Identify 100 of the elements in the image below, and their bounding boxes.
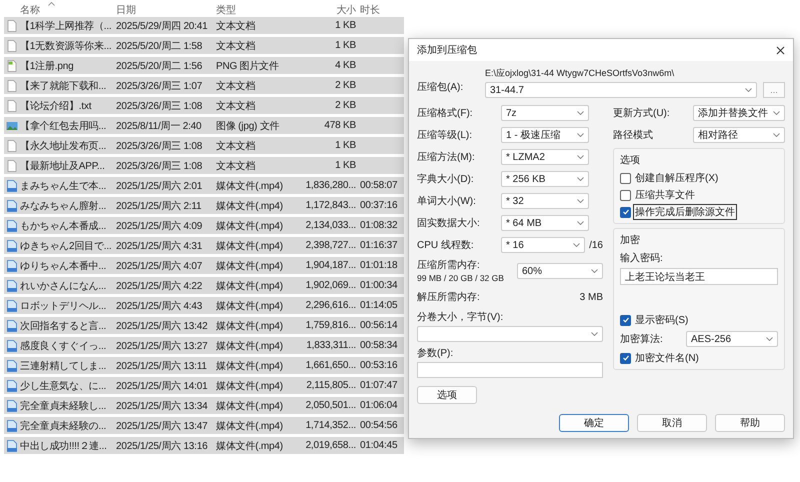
close-icon[interactable] (776, 46, 785, 54)
file-row[interactable]: 感度良くすぐイっ... 2025/1/25/周六 13:27 媒体文件(.mp4) 1,833,311... 00:58:34 (4, 337, 404, 354)
browse-button[interactable]: ... (763, 82, 785, 98)
thread-total: /16 (589, 240, 603, 250)
dropdown[interactable]: * LZMA2 (501, 149, 589, 165)
file-name: れいかさんになん... (20, 280, 108, 292)
file-type: 文本文档 (216, 40, 256, 52)
file-duration: 01:04:45 (360, 440, 398, 451)
file-name: 【1注册.png (20, 60, 74, 72)
file-name: 【最新地址及APP... (20, 160, 106, 172)
file-row[interactable]: 完全童貞未経験の... 2025/1/25/周六 13:47 媒体文件(.mp4) 1,714,352... 00:54:56 (4, 417, 404, 434)
dropdown[interactable]: 相对路径 (693, 127, 785, 143)
file-row[interactable]: ゆきちゃん2回目で... 2025/1/25/周六 4:31 媒体文件(.mp4) 2,398,727... 01:16:37 (4, 237, 404, 254)
file-date: 2025/3/26/周三 1:07 (116, 80, 204, 92)
column-header[interactable]: 时长 (360, 2, 406, 16)
column-header[interactable]: 类型 (216, 2, 292, 16)
file-size: 2,019,658... (304, 440, 357, 451)
file-duration: 00:53:16 (360, 360, 398, 371)
archive-name-combo[interactable]: 31-44.7 (485, 82, 757, 98)
file-size: 2 KB (334, 100, 357, 111)
checkbox[interactable] (620, 172, 631, 184)
file-type: 文本文档 (216, 100, 256, 112)
file-row[interactable]: ロボットデリヘル... 2025/1/25/周六 4:43 媒体文件(.mp4) 2,296,616... 01:14:05 (4, 297, 404, 314)
file-size: 1,714,352... (304, 420, 357, 431)
field-label: 输入密码: (620, 252, 664, 265)
caret-icon (577, 111, 584, 115)
file-size: 1,836,280... (304, 180, 357, 191)
file-name: 【永久地址发布页... (20, 140, 108, 152)
checkbox[interactable] (620, 314, 631, 326)
file-name: 少し生意気な、に... (20, 380, 108, 392)
memory-value: 3 MB (580, 292, 603, 302)
file-row[interactable]: 【拿个红包去用吗... 2025/8/11/周一 2:40 图像 (jpg) 文件 478 KB (4, 117, 404, 134)
file-row[interactable]: まみちゃん生で本... 2025/1/25/周六 2:01 媒体文件(.mp4) 1,836,280... 00:58:07 (4, 177, 404, 194)
dialog-button[interactable]: 取消 (637, 414, 707, 432)
file-name: 【论坛介绍】.txt (20, 100, 92, 112)
file-duration: 00:37:16 (360, 200, 398, 211)
checkbox-label: 操作完成后删除源文件 (634, 205, 736, 219)
file-row[interactable]: れいかさんになん... 2025/1/25/周六 4:22 媒体文件(.mp4) 1,902,069... 01:00:34 (4, 277, 404, 294)
dropdown[interactable]: 60% (517, 263, 603, 279)
file-row[interactable]: 【1注册.png 2025/5/20/周二 1:56 PNG 图片文件 4 KB (4, 57, 404, 74)
file-date: 2025/1/25/周六 13:34 (116, 400, 208, 412)
password-field[interactable]: 上老王论坛当老王 (620, 268, 778, 285)
file-row[interactable]: 【最新地址及APP... 2025/3/26/周三 1:08 文本文档 1 KB (4, 157, 404, 174)
file-row[interactable]: 完全童貞未経験し... 2025/1/25/周六 13:34 媒体文件(.mp4) 2,050,501... 01:06:04 (4, 397, 404, 414)
file-row[interactable]: 少し生意気な、に... 2025/1/25/周六 14:01 媒体文件(.mp4) 2,115,805... 01:07:47 (4, 377, 404, 394)
dropdown[interactable]: * 16 (501, 237, 586, 253)
file-duration: 01:00:34 (360, 280, 398, 291)
file-row[interactable]: 【来了就能下载和... 2025/3/26/周三 1:07 文本文档 2 KB (4, 77, 404, 94)
dropdown[interactable]: * 256 KB (501, 171, 589, 187)
input-field[interactable] (417, 362, 603, 378)
file-row[interactable]: 三連射精してしま... 2025/1/25/周六 13:11 媒体文件(.mp4) 1,661,650... 00:53:16 (4, 357, 404, 374)
group-title: 选项 (620, 154, 641, 167)
file-row[interactable]: 【1科学上网推荐（... 2025/5/29/周四 20:41 文本文档 1 KB (4, 17, 404, 34)
checkbox[interactable] (620, 352, 631, 364)
file-name: もかちゃん本番成... (20, 220, 108, 232)
file-date: 2025/1/25/周六 13:27 (116, 340, 208, 352)
file-row[interactable]: みなみちゃん膣射... 2025/1/25/周六 2:11 媒体文件(.mp4) 1,172,843... 00:37:16 (4, 197, 404, 214)
file-size: 1,759,816... (304, 320, 357, 331)
dialog-button[interactable]: 确定 (559, 414, 629, 432)
field-label: 压缩方法(M): (417, 150, 476, 164)
dialog-button[interactable]: 帮助 (715, 414, 785, 432)
dropdown[interactable]: * 32 (501, 193, 589, 209)
media-file-icon (6, 380, 18, 392)
file-row[interactable]: もかちゃん本番成... 2025/1/25/周六 4:09 媒体文件(.mp4) 2,134,033... 01:08:32 (4, 217, 404, 234)
caret-icon (591, 332, 598, 336)
file-row[interactable]: 【永久地址发布页... 2025/3/26/周三 1:08 文本文档 1 KB (4, 137, 404, 154)
file-type: 媒体文件(.mp4) (216, 240, 284, 252)
file-row[interactable]: 中出し成功!!!!２連... 2025/1/25/周六 13:16 媒体文件(.mp4) 2,019,658... 01:04:45 (4, 437, 404, 454)
checkbox-label: 显示密码(S) (634, 314, 690, 327)
options-button[interactable]: 选项 (417, 386, 477, 404)
dropdown[interactable]: * 64 MB (501, 215, 589, 231)
checkbox[interactable] (620, 206, 631, 218)
file-type: 媒体文件(.mp4) (216, 260, 284, 272)
file-size: 1 KB (334, 160, 357, 171)
column-header[interactable]: 大小 (292, 2, 360, 16)
file-size: 1,172,843... (304, 200, 357, 211)
file-name: ゆきちゃん2回目で... (20, 240, 112, 252)
dropdown[interactable]: 添加并替换文件 (693, 105, 785, 121)
file-size: 2,134,033... (304, 220, 357, 231)
file-size: 2,296,616... (304, 300, 357, 311)
file-size: 4 KB (334, 60, 357, 71)
column-header[interactable]: 名称 (20, 2, 116, 16)
file-row[interactable]: ゆりちゃん本番中... 2025/1/25/周六 4:07 媒体文件(.mp4) 1,904,187... 01:01:18 (4, 257, 404, 274)
media-file-icon (6, 240, 18, 252)
archive-path: E:\应ojxlog\31-44 Wtygw7CHeSOrtfsVo3nw6m\ (485, 67, 676, 80)
file-row[interactable]: 次回指名すると言... 2025/1/25/周六 13:42 媒体文件(.mp4) 1,759,816... 00:56:14 (4, 317, 404, 334)
file-name: 【1无数资源等你来... (20, 40, 112, 52)
sort-caret-icon (48, 2, 55, 6)
column-header[interactable]: 日期 (116, 2, 216, 16)
checkbox[interactable] (620, 190, 631, 200)
dropdown[interactable]: 7z (501, 105, 589, 121)
file-row[interactable]: 【1无数资源等你来... 2025/5/20/周二 1:58 文本文档 1 KB (4, 37, 404, 54)
field-label: 压缩所需内存: (417, 258, 481, 272)
caret-icon (577, 221, 584, 225)
dropdown[interactable]: 1 - 极速压缩 (501, 127, 589, 143)
file-row[interactable]: 【论坛介绍】.txt 2025/3/26/周三 1:08 文本文档 2 KB (4, 97, 404, 114)
file-duration: 00:56:14 (360, 320, 398, 331)
dropdown[interactable]: AES-256 (686, 331, 778, 347)
file-name: 完全童貞未経験の... (20, 420, 108, 432)
file-type: PNG 图片文件 (216, 60, 280, 72)
